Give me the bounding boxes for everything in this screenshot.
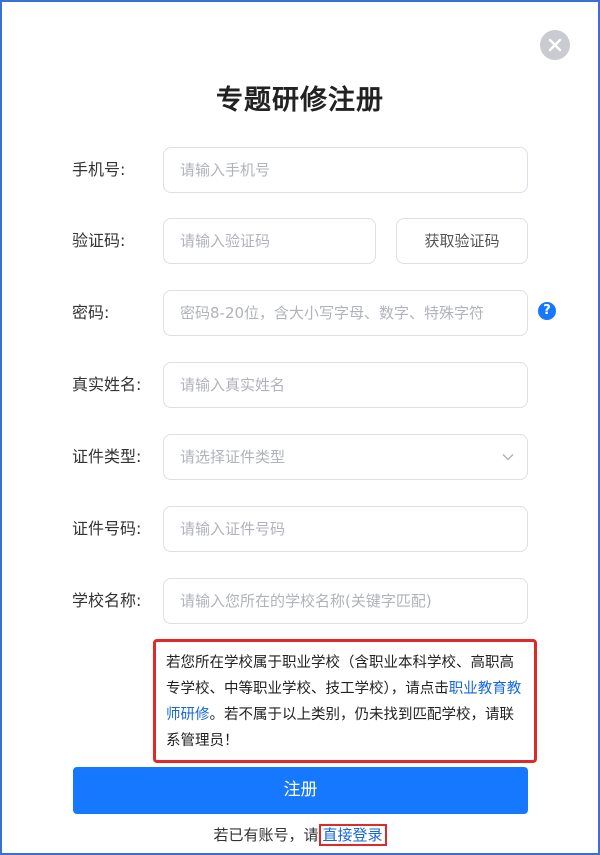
get-code-button[interactable]: 获取验证码 bbox=[396, 218, 528, 264]
register-button[interactable]: 注册 bbox=[73, 767, 528, 814]
chevron-down-icon bbox=[502, 453, 514, 461]
real-name-input[interactable]: 请输入真实姓名 bbox=[163, 362, 528, 408]
close-icon bbox=[548, 38, 562, 52]
school-input[interactable]: 请输入您所在的学校名称(关键字匹配) bbox=[163, 578, 528, 624]
phone-input[interactable]: 请输入手机号 bbox=[163, 147, 528, 193]
id-number-label: 证件号码: bbox=[72, 519, 142, 538]
id-type-select[interactable]: 请选择证件类型 bbox=[163, 434, 528, 480]
school-label: 学校名称: bbox=[72, 591, 142, 610]
vocational-notice: 若您所在学校属于职业学校（含职业本科学校、高职高专学校、中等职业学校、技工学校）… bbox=[153, 639, 537, 763]
password-label: 密码: bbox=[72, 303, 110, 322]
phone-label: 手机号: bbox=[72, 160, 126, 179]
login-prompt: 若已有账号，请 bbox=[213, 826, 319, 844]
close-button[interactable] bbox=[540, 30, 570, 60]
code-input[interactable]: 请输入验证码 bbox=[163, 218, 376, 264]
notice-text-after: 。若不属于以上类别，仍未找到匹配学校，请联系管理员！ bbox=[166, 707, 514, 749]
question-icon[interactable]: ? bbox=[538, 302, 556, 320]
dialog-title: 专题研修注册 bbox=[216, 85, 384, 116]
real-name-label: 真实姓名: bbox=[72, 375, 142, 394]
login-link[interactable]: 直接登录 bbox=[318, 824, 387, 846]
id-number-input[interactable]: 请输入证件号码 bbox=[163, 506, 528, 552]
login-prompt-line: 若已有账号，请 直接登录 bbox=[0, 824, 600, 846]
password-input[interactable]: 密码8-20位，含大小写字母、数字、特殊字符 bbox=[163, 290, 528, 336]
code-label: 验证码: bbox=[72, 231, 126, 250]
id-type-placeholder: 请选择证件类型 bbox=[180, 448, 286, 466]
id-type-label: 证件类型: bbox=[72, 447, 142, 466]
